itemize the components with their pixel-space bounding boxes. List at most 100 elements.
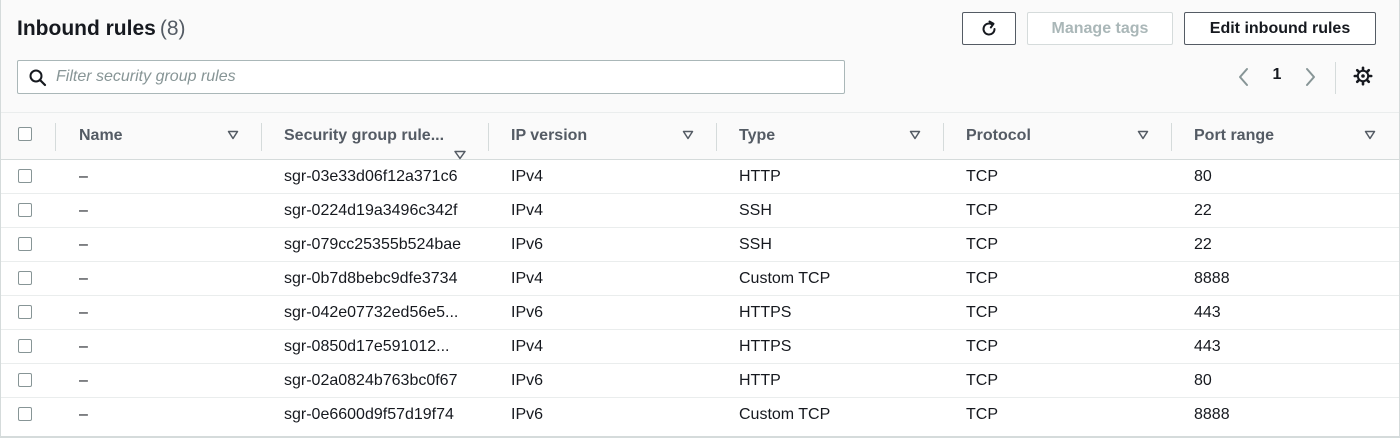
cell-protocol: TCP [966,405,998,423]
cell-protocol: TCP [966,201,998,219]
table-row[interactable]: – sgr-042e07732ed56e5... IPv6 HTTPS TCP … [1,296,1399,330]
table-row[interactable]: – sgr-079cc25355b524bae IPv6 SSH TCP 22 [1,228,1399,262]
row-checkbox[interactable] [18,237,32,251]
cell-rule-id: sgr-03e33d06f12a371c6 [284,167,458,185]
cell-ip-version: IPv4 [511,337,544,355]
row-checkbox[interactable] [18,339,32,353]
table-row[interactable]: – sgr-03e33d06f12a371c6 IPv4 HTTP TCP 80 [1,160,1399,194]
cell-type: HTTPS [739,337,792,355]
cell-rule-id: sgr-042e07732ed56e5... [284,303,459,321]
cell-protocol: TCP [966,269,998,287]
row-checkbox[interactable] [18,271,32,285]
caret-down-icon[interactable] [909,130,921,140]
refresh-icon [982,20,996,35]
cell-type: SSH [739,235,772,253]
cell-rule-id: sgr-02a0824b763bc0f67 [284,371,458,389]
page-number[interactable]: 1 [1268,66,1286,84]
column-header-port-range[interactable]: Port range [1194,113,1274,159]
cell-ip-version: IPv6 [511,405,544,423]
cell-protocol: TCP [966,167,998,185]
column-header-protocol[interactable]: Protocol [966,113,1031,159]
cell-port-range: 8888 [1194,405,1230,423]
column-divider [716,123,717,151]
row-checkbox[interactable] [18,373,32,387]
column-divider [488,123,489,151]
column-header-type[interactable]: Type [739,113,775,159]
column-divider [261,123,262,151]
row-checkbox[interactable] [18,407,32,421]
cell-port-range: 22 [1194,235,1212,253]
filter-input[interactable] [56,63,836,91]
table-row[interactable]: – sgr-0850d17e591012... IPv4 HTTPS TCP 4… [1,330,1399,364]
cell-port-range: 8888 [1194,269,1230,287]
cell-name: – [79,201,88,219]
cell-type: SSH [739,201,772,219]
filter-search-box[interactable] [17,60,845,94]
cell-ip-version: IPv6 [511,371,544,389]
inbound-rules-panel: Inbound rules (8) Manage tags Edit inboun… [0,0,1400,438]
column-header-ip-version[interactable]: IP version [511,113,587,159]
table-row[interactable]: – sgr-0224d19a3496c342f IPv4 SSH TCP 22 [1,194,1399,228]
table-row[interactable]: – sgr-02a0824b763bc0f67 IPv6 HTTP TCP 80 [1,364,1399,398]
cell-ip-version: IPv4 [511,167,544,185]
search-icon [29,69,47,87]
cell-type: HTTPS [739,303,792,321]
gear-icon[interactable] [1353,66,1373,86]
table-row[interactable]: – sgr-0e6600d9f57d19f74 IPv6 Custom TCP … [1,398,1399,432]
pager-divider [1335,62,1336,94]
row-checkbox[interactable] [18,305,32,319]
chevron-left-icon[interactable] [1236,66,1252,88]
caret-down-icon[interactable] [227,130,239,140]
cell-protocol: TCP [966,371,998,389]
cell-ip-version: IPv6 [511,235,544,253]
edit-inbound-rules-button[interactable]: Edit inbound rules [1184,12,1376,45]
rule-count: (8) [159,17,186,40]
cell-rule-id: sgr-0850d17e591012... [284,337,450,355]
row-checkbox[interactable] [18,203,32,217]
cell-type: HTTP [739,371,781,389]
cell-protocol: TCP [966,337,998,355]
caret-down-icon[interactable] [682,130,694,140]
cell-rule-id: sgr-0b7d8bebc9dfe3734 [284,269,458,287]
chevron-right-icon[interactable] [1302,66,1318,88]
cell-port-range: 443 [1194,303,1221,321]
cell-name: – [79,337,88,355]
panel-header: Inbound rules (8) Manage tags Edit inboun… [1,0,1399,112]
column-divider [1171,123,1172,151]
cell-name: – [79,167,88,185]
cell-protocol: TCP [966,235,998,253]
refresh-button[interactable] [962,12,1016,45]
column-header-security-group-rule[interactable]: Security group rule... [284,113,444,159]
table-header: Name Security group rule... IP version T… [1,112,1399,160]
column-divider [943,123,944,151]
column-divider [55,123,56,151]
panel-title: Inbound rules (8) [17,17,186,41]
cell-type: Custom TCP [739,269,831,287]
column-header-name[interactable]: Name [79,113,123,159]
cell-port-range: 80 [1194,371,1212,389]
cell-name: – [79,269,88,287]
select-all-checkbox[interactable] [18,127,32,141]
caret-down-icon[interactable] [1364,130,1376,140]
cell-protocol: TCP [966,303,998,321]
cell-name: – [79,303,88,321]
manage-tags-button[interactable]: Manage tags [1027,12,1173,45]
table-row[interactable]: – sgr-0b7d8bebc9dfe3734 IPv4 Custom TCP … [1,262,1399,296]
cell-port-range: 443 [1194,337,1221,355]
cell-type: Custom TCP [739,405,831,423]
caret-down-icon[interactable] [453,150,467,160]
title-text: Inbound rules [17,17,156,40]
cell-port-range: 22 [1194,201,1212,219]
row-checkbox[interactable] [18,169,32,183]
cell-rule-id: sgr-079cc25355b524bae [284,235,462,253]
cell-rule-id: sgr-0e6600d9f57d19f74 [284,405,454,423]
cell-type: HTTP [739,167,781,185]
cell-ip-version: IPv6 [511,303,544,321]
cell-name: – [79,405,88,423]
cell-ip-version: IPv4 [511,201,544,219]
caret-down-icon[interactable] [1137,130,1149,140]
cell-name: – [79,371,88,389]
cell-name: – [79,235,88,253]
cell-rule-id: sgr-0224d19a3496c342f [284,201,458,219]
cell-ip-version: IPv4 [511,269,544,287]
